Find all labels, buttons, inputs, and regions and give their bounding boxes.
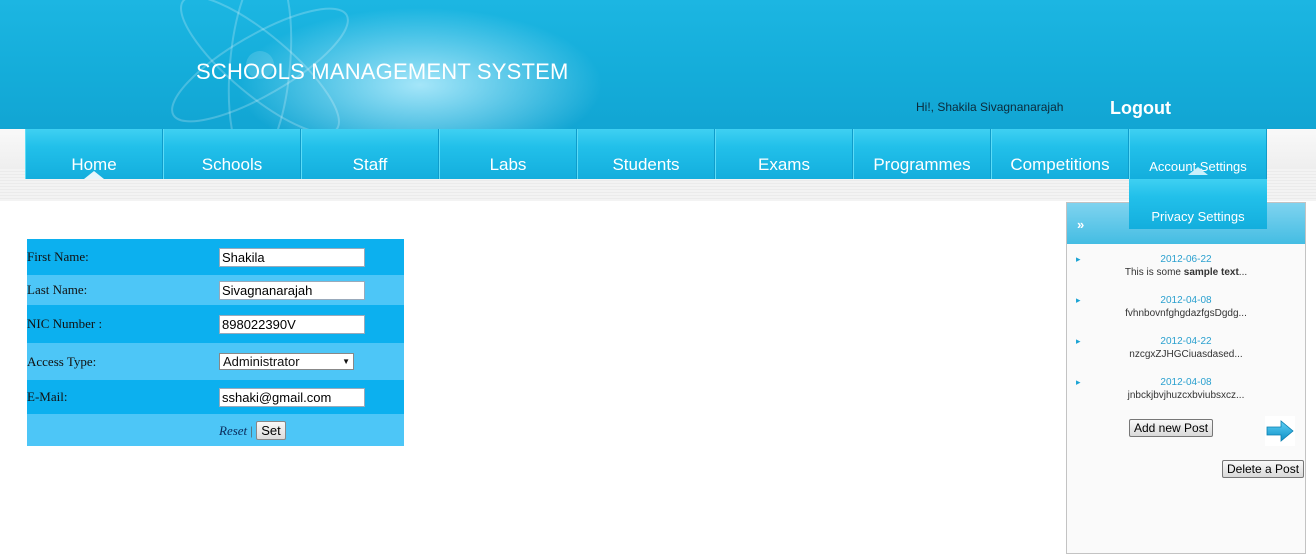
list-item[interactable]: ▸ 2012-04-22 nzcgxZJHGCiuasdased...	[1067, 326, 1305, 367]
form-row-actions: Reset | Set	[27, 414, 404, 446]
nav-item-label: Exams	[758, 155, 810, 174]
nav-item-students[interactable]: Students	[577, 129, 715, 179]
next-arrow-button[interactable]	[1265, 416, 1295, 446]
form-row-nic: NIC Number :	[27, 305, 404, 343]
account-settings-form: First Name: Last Name: NIC Number : Acce…	[27, 239, 404, 446]
site-title: SCHOOLS MANAGEMENT SYSTEM	[196, 59, 569, 84]
form-row-email: E-Mail:	[27, 380, 404, 414]
main-nav: Home Schools Staff Labs Students Exams P…	[25, 129, 1267, 179]
set-button[interactable]: Set	[256, 420, 286, 440]
nav-item-label: Students	[612, 155, 680, 174]
nav-item-staff[interactable]: Staff	[301, 129, 439, 179]
dropdown-item-label: Privacy Settings	[1151, 209, 1245, 224]
nav-item-account-settings[interactable]: Account Settings	[1129, 129, 1267, 179]
post-date: 2012-04-08	[1160, 377, 1212, 388]
nav-item-schools[interactable]: Schools	[163, 129, 301, 179]
post-snippet: nzcgxZJHGCiuasdased...	[1129, 349, 1243, 360]
last-name-input[interactable]	[219, 280, 365, 300]
nic-label: NIC Number :	[27, 316, 103, 331]
separator: |	[250, 422, 254, 438]
post-snippet: This is some sample text...	[1067, 267, 1305, 278]
post-date: 2012-04-22	[1160, 336, 1212, 347]
form-row-first-name: First Name:	[27, 239, 404, 275]
chevron-down-icon: ▼	[342, 357, 350, 366]
post-snippet: jnbckjbvjhuzcxbviubsxcz...	[1127, 390, 1245, 401]
access-type-value: Administrator	[223, 354, 300, 369]
reset-link[interactable]: Reset	[219, 423, 247, 438]
delete-post-button[interactable]: Delete a Post	[1222, 460, 1305, 478]
double-chevron-icon: »	[1077, 217, 1085, 232]
dropdown-item-privacy-settings[interactable]: Privacy Settings	[1129, 179, 1267, 229]
nav-item-label: Schools	[201, 155, 263, 174]
post-date: 2012-06-22	[1160, 254, 1212, 265]
nic-input[interactable]	[219, 314, 365, 334]
nav-item-labs[interactable]: Labs	[439, 129, 577, 179]
list-item[interactable]: ▸ 2012-04-08 jnbckjbvjhuzcxbviubsxcz...	[1067, 367, 1305, 408]
nav-item-home[interactable]: Home	[25, 129, 163, 179]
bullet-arrow-icon: ▸	[1076, 295, 1081, 305]
form-row-access-type: Access Type: Administrator ▼	[27, 343, 404, 380]
post-date: 2012-04-08	[1160, 295, 1212, 306]
dropdown-indicator-icon	[1188, 167, 1208, 175]
bullet-arrow-icon: ▸	[1076, 254, 1081, 264]
form-row-last-name: Last Name:	[27, 275, 404, 305]
nav-item-competitions[interactable]: Competitions	[991, 129, 1129, 179]
add-post-button[interactable]: Add new Post	[1129, 419, 1214, 437]
snippet-text: This is some	[1124, 267, 1184, 278]
access-type-select[interactable]: Administrator ▼	[219, 353, 354, 370]
email-input[interactable]	[219, 387, 365, 407]
user-greeting: Hi!, Shakila Sivagnanarajah	[916, 100, 1064, 114]
first-name-label: First Name:	[27, 249, 89, 264]
list-item[interactable]: ▸ 2012-04-08 fvhnbovnfghgdazfgsDgdg...	[1067, 285, 1305, 326]
post-snippet: fvhnbovnfghgdazfgsDgdg...	[1125, 308, 1247, 319]
last-name-label: Last Name:	[27, 282, 88, 297]
nav-item-label: Programmes	[873, 155, 971, 174]
nav-item-programmes[interactable]: Programmes	[853, 129, 991, 179]
bullet-arrow-icon: ▸	[1076, 377, 1081, 387]
nav-item-label: Labs	[489, 155, 527, 174]
recent-posts-panel: » ▸ 2012-06-22 This is some sample text.…	[1066, 202, 1306, 554]
bullet-arrow-icon: ▸	[1076, 336, 1081, 346]
nav-item-label: Staff	[352, 155, 388, 174]
active-indicator-icon	[84, 171, 104, 179]
empty-cell	[27, 414, 219, 446]
site-header: SCHOOLS MANAGEMENT SYSTEM Hi!, Shakila S…	[0, 0, 1316, 129]
access-type-label: Access Type:	[27, 353, 97, 369]
list-item[interactable]: ▸ 2012-06-22 This is some sample text...	[1067, 244, 1305, 285]
logout-link[interactable]: Logout	[1110, 98, 1171, 119]
snippet-bold-text: sample text	[1183, 267, 1239, 278]
snippet-ellipsis: ...	[1238, 267, 1248, 278]
first-name-input[interactable]	[219, 247, 365, 267]
email-label: E-Mail:	[27, 389, 68, 404]
nav-item-label: Competitions	[1010, 155, 1110, 174]
arrow-right-icon	[1266, 420, 1294, 442]
nav-item-exams[interactable]: Exams	[715, 129, 853, 179]
